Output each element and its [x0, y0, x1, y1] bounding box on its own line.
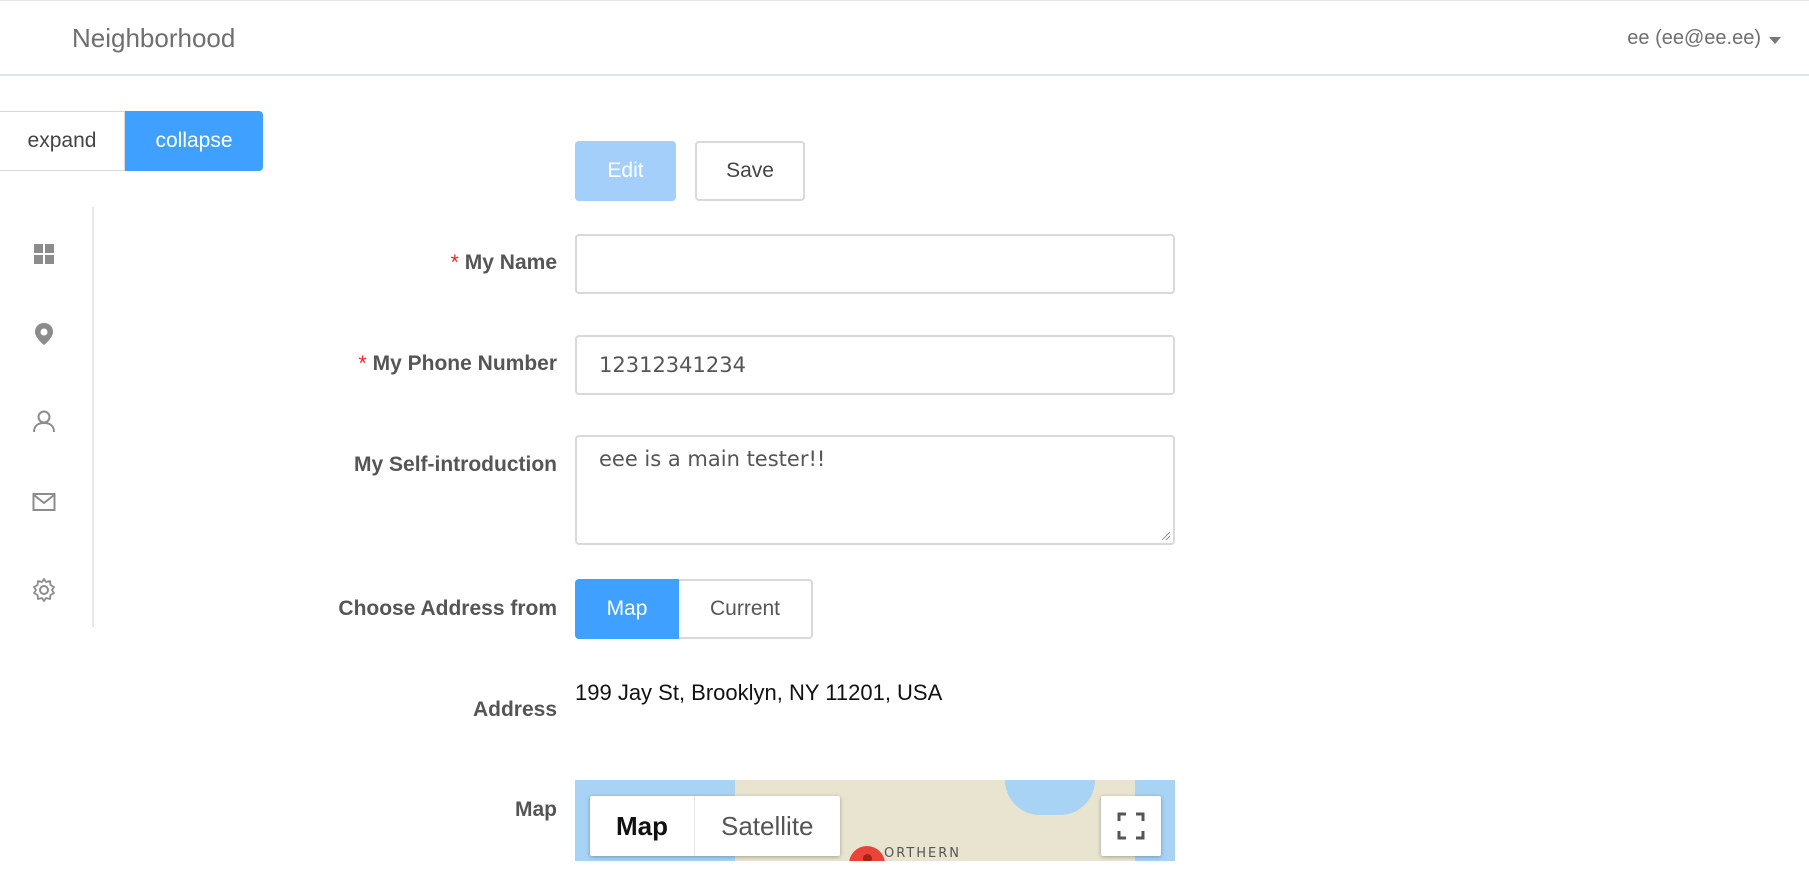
- mail-icon[interactable]: [31, 489, 57, 515]
- user-icon[interactable]: [31, 408, 57, 434]
- user-menu[interactable]: ee (ee@ee.ee): [1627, 27, 1781, 50]
- self-introduction-label: My Self-introduction: [354, 453, 557, 476]
- self-introduction-text: eee is a main tester!!: [599, 447, 826, 471]
- user-label: ee (ee@ee.ee): [1627, 27, 1761, 49]
- name-field[interactable]: [575, 234, 1175, 294]
- address-value: 199 Jay St, Brooklyn, NY 11201, USA: [575, 680, 943, 705]
- self-introduction-field[interactable]: eee is a main tester!!: [575, 435, 1175, 545]
- required-mark: *: [450, 251, 459, 274]
- address-source-label: Choose Address from: [338, 597, 557, 620]
- save-button[interactable]: Save: [695, 141, 805, 201]
- sidebar: [0, 207, 94, 627]
- brand-title[interactable]: Neighborhood: [72, 23, 235, 54]
- map-type-control: Map Satellite: [590, 796, 840, 856]
- gear-icon[interactable]: [31, 577, 57, 603]
- map-label: Map: [515, 798, 557, 821]
- name-label: * My Name: [450, 251, 557, 274]
- fullscreen-button[interactable]: [1101, 796, 1161, 856]
- map-marker-icon[interactable]: [849, 846, 885, 861]
- top-navbar: Neighborhood ee (ee@ee.ee): [0, 0, 1809, 76]
- map-place-label: ORTHERN: [884, 846, 962, 861]
- resize-handle-icon[interactable]: [1162, 532, 1170, 540]
- map-water: [1005, 780, 1095, 815]
- dashboard-icon[interactable]: [31, 241, 57, 267]
- address-source-toggle: Map Current: [575, 579, 813, 639]
- map-view[interactable]: ORTHERN Map Satellite: [575, 780, 1175, 861]
- expand-button[interactable]: expand: [0, 111, 125, 171]
- address-source-current-option[interactable]: Current: [679, 579, 813, 639]
- sidebar-toggle-group: expand collapse: [0, 111, 263, 171]
- map-type-satellite-button[interactable]: Satellite: [695, 796, 840, 856]
- fullscreen-icon: [1117, 812, 1145, 840]
- address-label: Address: [472, 698, 557, 721]
- phone-label: * My Phone Number: [358, 352, 557, 375]
- edit-button[interactable]: Edit: [575, 141, 676, 201]
- phone-field[interactable]: 12312341234: [575, 335, 1175, 395]
- address-source-map-option[interactable]: Map: [575, 579, 679, 639]
- location-pin-icon[interactable]: [31, 321, 57, 347]
- map-type-map-button[interactable]: Map: [590, 796, 695, 856]
- chevron-down-icon: [1769, 36, 1781, 44]
- required-mark: *: [358, 352, 367, 375]
- collapse-button[interactable]: collapse: [125, 111, 263, 171]
